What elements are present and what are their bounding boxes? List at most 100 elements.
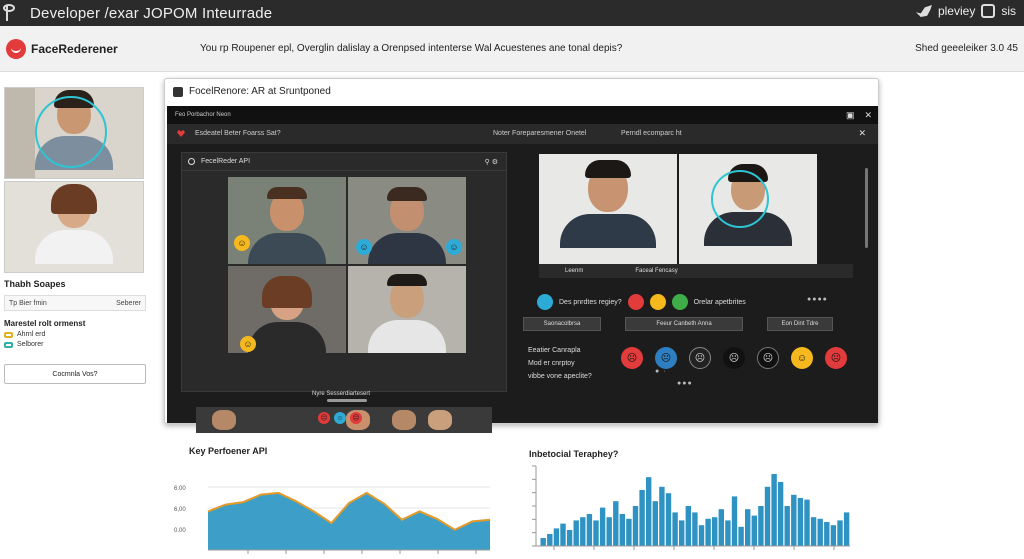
bar [758, 506, 764, 546]
preview-photo[interactable] [539, 154, 677, 278]
select-2[interactable]: Feeur Canbeth Anna [625, 317, 743, 331]
field-value: Seberer [116, 299, 141, 307]
chart-title: Key Perfoener API [189, 446, 268, 456]
bar [685, 506, 691, 546]
settings-icon[interactable] [188, 158, 195, 165]
window-icon [173, 86, 183, 97]
bar [797, 498, 804, 546]
bar [547, 534, 553, 546]
caption-2: Faceal Fencasy [635, 268, 678, 274]
brand-name: FaceRederener [31, 42, 118, 56]
angry-emoji-icon[interactable] [627, 294, 644, 310]
sad-emoji-icon[interactable]: ☹ [655, 347, 677, 369]
toggle-icon [4, 331, 13, 338]
neutral-emoji-icon[interactable] [649, 294, 666, 310]
dark-emoji-icon[interactable]: ☹ [723, 347, 745, 369]
section-title: Thabh Soapes [4, 279, 66, 289]
bar [837, 520, 843, 546]
bar [751, 515, 757, 546]
toolbar-menu-2[interactable]: Perndl ecomparc ht [621, 130, 682, 137]
topbar-label-2[interactable]: sis [1001, 4, 1016, 18]
face-detection-ring [35, 96, 107, 168]
vertical-scrollbar[interactable] [865, 168, 868, 248]
bar-chart [532, 465, 850, 550]
app-logo-icon [3, 4, 20, 21]
option-2[interactable]: Selborer [4, 341, 146, 348]
search-icon[interactable]: ⚲ ⚙ [485, 158, 498, 166]
angry-emoji-icon[interactable]: ☹ [825, 347, 847, 369]
y-tick-label: 6,00 [174, 507, 186, 513]
question-list: Eeatier Canrapla Mod er cnrptoy vibbe vo… [528, 344, 592, 383]
panel-title: FecelReder API [201, 158, 251, 165]
input-field[interactable]: Tp Bier fmin Seberer [4, 295, 146, 311]
video-cell[interactable] [348, 266, 466, 353]
option-1[interactable]: Ahrnl erd [4, 331, 146, 338]
smile-emoji-icon[interactable]: ☺ [791, 347, 813, 369]
bar [679, 520, 685, 546]
close-icon[interactable]: ✕ [864, 110, 872, 121]
more-icon[interactable]: ●●●● [807, 296, 828, 303]
outline-emoji-icon[interactable]: ☹ [757, 347, 779, 369]
window-title: Developer /exar JOPOM Inteurrade [30, 4, 273, 22]
bar [810, 517, 817, 546]
angry-emoji-icon: ☹ [318, 412, 330, 424]
bar [580, 517, 586, 546]
version-label: Shed geeeleiker 3.0 45 [915, 43, 1018, 54]
brand[interactable]: FaceRederener [6, 39, 118, 59]
twitter-icon[interactable] [915, 5, 932, 17]
field-label: Tp Bier fmin [9, 299, 47, 307]
topbar-user-label[interactable]: pleviey [938, 4, 975, 18]
more-icon[interactable]: ●●● [677, 380, 693, 387]
bar [804, 499, 810, 546]
question-2: Mod er cnrptoy [528, 360, 575, 367]
bar [566, 530, 573, 546]
video-cell[interactable]: ☺ [228, 177, 346, 264]
bar [738, 526, 744, 546]
main-window-title: FocelRenore: AR at Sruntponed [189, 86, 331, 97]
bar [593, 520, 599, 546]
bar [817, 518, 823, 546]
continue-button[interactable]: Cocmnla Vos? [4, 364, 146, 384]
video-tile-man[interactable] [4, 87, 144, 179]
bar [606, 517, 612, 546]
preview-photo-2[interactable] [679, 154, 817, 278]
blue-emoji-icon: ☺ [334, 412, 346, 424]
bar [712, 517, 718, 546]
select-3[interactable]: Eon Dint Tdre [767, 317, 833, 331]
blue-emoji-icon: ☺ [446, 239, 462, 255]
select-1[interactable]: Saonacolbrsa [523, 317, 601, 331]
heart-icon [177, 130, 185, 137]
bar [639, 490, 645, 546]
share-icon[interactable] [981, 4, 996, 18]
toolbar-close-icon[interactable]: ✕ [858, 128, 866, 139]
bar [745, 509, 751, 546]
bar [632, 506, 639, 546]
analysis-preview: Leenm Faceal Fencasy [539, 154, 853, 278]
neutral-emoji-icon[interactable]: ☹ [689, 347, 711, 369]
bar [540, 538, 546, 546]
horizontal-scrollbar[interactable] [327, 399, 367, 402]
bar [553, 528, 560, 546]
video-cell[interactable]: ☺ ☺ [348, 177, 466, 264]
facerenderer-logo-icon [6, 39, 26, 59]
toolbar-menu[interactable]: Noter Foreparesmener Onetel [493, 130, 586, 137]
bar [843, 512, 850, 546]
inner-title: Feo Porbachor Neon [175, 112, 231, 118]
angry-emoji-icon: ☹ [350, 412, 362, 424]
video-tile-woman[interactable] [4, 181, 144, 273]
bar [718, 509, 724, 546]
blue-emoji-icon: ☺ [356, 239, 372, 255]
header-question: You rp Roupener epl, Overglin dalislay a… [200, 43, 623, 54]
video-cell[interactable]: ☺ [228, 266, 346, 353]
happy-emoji-icon[interactable] [671, 294, 688, 310]
pager-dots-icon[interactable]: ● · [655, 368, 667, 375]
caption: Leenm [565, 268, 584, 274]
participant-strip[interactable]: ☹ ☺ ☹ [196, 407, 492, 433]
bar [672, 512, 678, 546]
angry-emoji-icon[interactable]: ☹ [621, 347, 643, 369]
main-window: FocelRenore: AR at Sruntponed Feo Porbac… [164, 78, 879, 433]
maximize-icon[interactable]: ▣ [846, 110, 855, 121]
bar [692, 512, 698, 546]
row-label: Des pnrdtes regiey? [559, 298, 622, 306]
bar [659, 486, 665, 546]
